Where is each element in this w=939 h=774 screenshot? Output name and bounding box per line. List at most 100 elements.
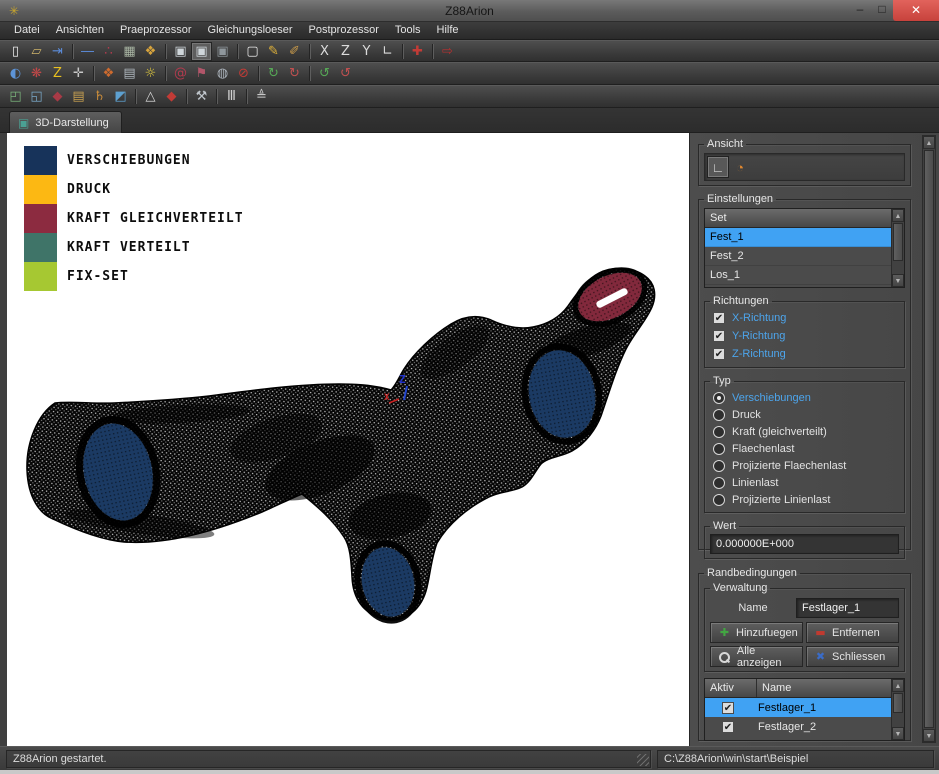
aktiv-checkbox[interactable]: ✔ <box>722 702 734 714</box>
pillars-icon[interactable]: Ⅲ <box>221 87 242 106</box>
z88-mesh-icon[interactable]: ◆ <box>161 87 182 106</box>
shade-icon[interactable]: ◐ <box>5 64 26 83</box>
new-file-icon[interactable]: ▯ <box>5 42 26 61</box>
labels-icon[interactable]: @ <box>170 64 191 83</box>
rotate-cw-minus-icon[interactable]: ↻ <box>284 64 305 83</box>
hidden-line-view-icon[interactable]: ▣ <box>212 42 233 61</box>
radio-button[interactable] <box>713 494 725 506</box>
typ-option[interactable]: Verschiebungen <box>710 389 899 406</box>
close-button[interactable]: ✕ <box>893 0 939 21</box>
scroll-down-button[interactable]: ▼ <box>892 274 904 287</box>
surface-view-icon[interactable]: ▢ <box>242 42 263 61</box>
color-mode-icon[interactable]: ❖ <box>98 64 119 83</box>
calculator-icon[interactable]: ▦ <box>119 42 140 61</box>
y-view-icon[interactable]: Y <box>356 42 377 61</box>
table-row[interactable]: ✔ Festlager_1 <box>705 698 891 717</box>
rotate-ccw-minus-icon[interactable]: ↺ <box>335 64 356 83</box>
x-view-icon[interactable]: X <box>314 42 335 61</box>
scroll-up-button[interactable]: ▲ <box>892 209 904 222</box>
menu-item[interactable]: Tools <box>387 22 429 39</box>
checkbox[interactable]: ✔ <box>713 330 725 342</box>
radio-button[interactable] <box>713 392 725 404</box>
typ-option[interactable]: Projizierte Flaechenlast <box>710 457 899 474</box>
aktiv-checkbox[interactable]: ✔ <box>722 721 734 733</box>
typ-option[interactable]: Flaechenlast <box>710 440 899 457</box>
add-button[interactable]: ✚ Hinzufuegen <box>710 622 803 643</box>
scroll-thumb[interactable] <box>924 150 934 728</box>
menu-item[interactable]: Datei <box>6 22 48 39</box>
radio-button[interactable] <box>713 477 725 489</box>
tetrahedron-icon[interactable]: △ <box>140 87 161 106</box>
rotate-ccw-plus-icon[interactable]: ↺ <box>314 64 335 83</box>
name-input[interactable] <box>796 598 899 618</box>
node-set-icon[interactable]: ∴ <box>98 42 119 61</box>
save-stl-icon[interactable]: ◱ <box>26 87 47 106</box>
scroll-thumb[interactable] <box>893 223 903 261</box>
disable-icon[interactable]: ⊘ <box>233 64 254 83</box>
scroll-down-button[interactable]: ▼ <box>923 729 935 742</box>
saturn-icon[interactable]: ♄ <box>89 87 110 106</box>
tab-3d-darstellung[interactable]: ▣ 3D-Darstellung <box>9 111 122 133</box>
scroll-up-button[interactable]: ▲ <box>923 136 935 149</box>
radio-button[interactable] <box>713 443 725 455</box>
checkbox[interactable]: ✔ <box>713 312 725 324</box>
fill-icon[interactable]: ◍ <box>212 64 233 83</box>
checkbox[interactable]: ✔ <box>713 348 725 360</box>
set-list-item[interactable]: Fest_1 <box>705 228 891 247</box>
line-tool-icon[interactable]: ― <box>77 42 98 61</box>
tools-icon[interactable]: ⚒ <box>191 87 212 106</box>
ladder-icon[interactable]: ▤ <box>68 87 89 106</box>
richtung-checkbox-row[interactable]: ✔ Z-Richtung <box>710 345 899 363</box>
support-icon[interactable]: ≜ <box>251 87 272 106</box>
table-row[interactable]: ✔ <box>705 736 891 741</box>
save-project-icon[interactable]: ◰ <box>5 87 26 106</box>
richtung-checkbox-row[interactable]: ✔ X-Richtung <box>710 309 899 327</box>
menu-item[interactable]: Postprozessor <box>301 22 387 39</box>
rotate-cw-plus-icon[interactable]: ↻ <box>263 64 284 83</box>
mesh-view-icon[interactable]: ▣ <box>191 42 212 61</box>
maximize-button[interactable]: □ <box>871 0 893 21</box>
axes-toggle-icon[interactable]: ❋ <box>26 64 47 83</box>
wert-input[interactable] <box>710 534 899 554</box>
close-panel-button[interactable]: ✖ Schliessen <box>806 646 899 667</box>
iso-view-icon[interactable]: ∟ <box>377 42 398 61</box>
set-list-item[interactable]: Fest_2 <box>705 247 891 266</box>
part-icon[interactable]: ◆ <box>47 87 68 106</box>
rotate-view-button[interactable]: ◔ <box>729 156 751 178</box>
menu-item[interactable]: Praeprozessor <box>112 22 200 39</box>
typ-option[interactable]: Druck <box>710 406 899 423</box>
open-folder-icon[interactable]: ▱ <box>26 42 47 61</box>
radio-button[interactable] <box>713 460 725 472</box>
typ-option[interactable]: Projizierte Linienlast <box>710 491 899 508</box>
solid-view-icon[interactable]: ▣ <box>170 42 191 61</box>
radio-button[interactable] <box>713 426 725 438</box>
set-list-scrollbar[interactable]: ▲ ▼ <box>891 209 904 287</box>
panel-scrollbar[interactable]: ▲ ▼ <box>922 135 936 743</box>
richtung-checkbox-row[interactable]: ✔ Y-Richtung <box>710 327 899 345</box>
scroll-down-button[interactable]: ▼ <box>892 727 904 740</box>
typ-option[interactable]: Linienlast <box>710 474 899 491</box>
clear-icon[interactable]: ✐ <box>284 42 305 61</box>
reset-view-button[interactable]: ∟ <box>707 156 729 178</box>
z-label-icon[interactable]: Z <box>47 64 68 83</box>
show-all-button[interactable]: Alle anzeigen <box>710 646 803 667</box>
pan-icon[interactable]: ✛ <box>68 64 89 83</box>
set-list-item[interactable]: Los_1 <box>705 266 891 285</box>
exit-icon[interactable]: ⇨ <box>437 42 458 61</box>
table-scrollbar[interactable]: ▲ ▼ <box>891 679 904 740</box>
menu-item[interactable]: Hilfe <box>429 22 467 39</box>
color-picker-icon[interactable]: ❖ <box>140 42 161 61</box>
pencil-icon[interactable]: ✎ <box>263 42 284 61</box>
import-icon[interactable]: ⇥ <box>47 42 68 61</box>
z88-icon[interactable]: ◩ <box>110 87 131 106</box>
aktiv-checkbox[interactable]: ✔ <box>722 740 734 742</box>
menu-item[interactable]: Ansichten <box>48 22 112 39</box>
edit-doc-icon[interactable]: ▤ <box>119 64 140 83</box>
pick-flag-icon[interactable]: ⚑ <box>191 64 212 83</box>
scroll-up-button[interactable]: ▲ <box>892 679 904 692</box>
menu-item[interactable]: Gleichungsloeser <box>200 22 301 39</box>
radio-button[interactable] <box>713 409 725 421</box>
viewport-3d[interactable]: Z X VERSCHIEBUNGEN DRUCK <box>7 133 689 746</box>
scroll-thumb[interactable] <box>893 693 903 713</box>
light-icon[interactable]: ☼ <box>140 64 161 83</box>
